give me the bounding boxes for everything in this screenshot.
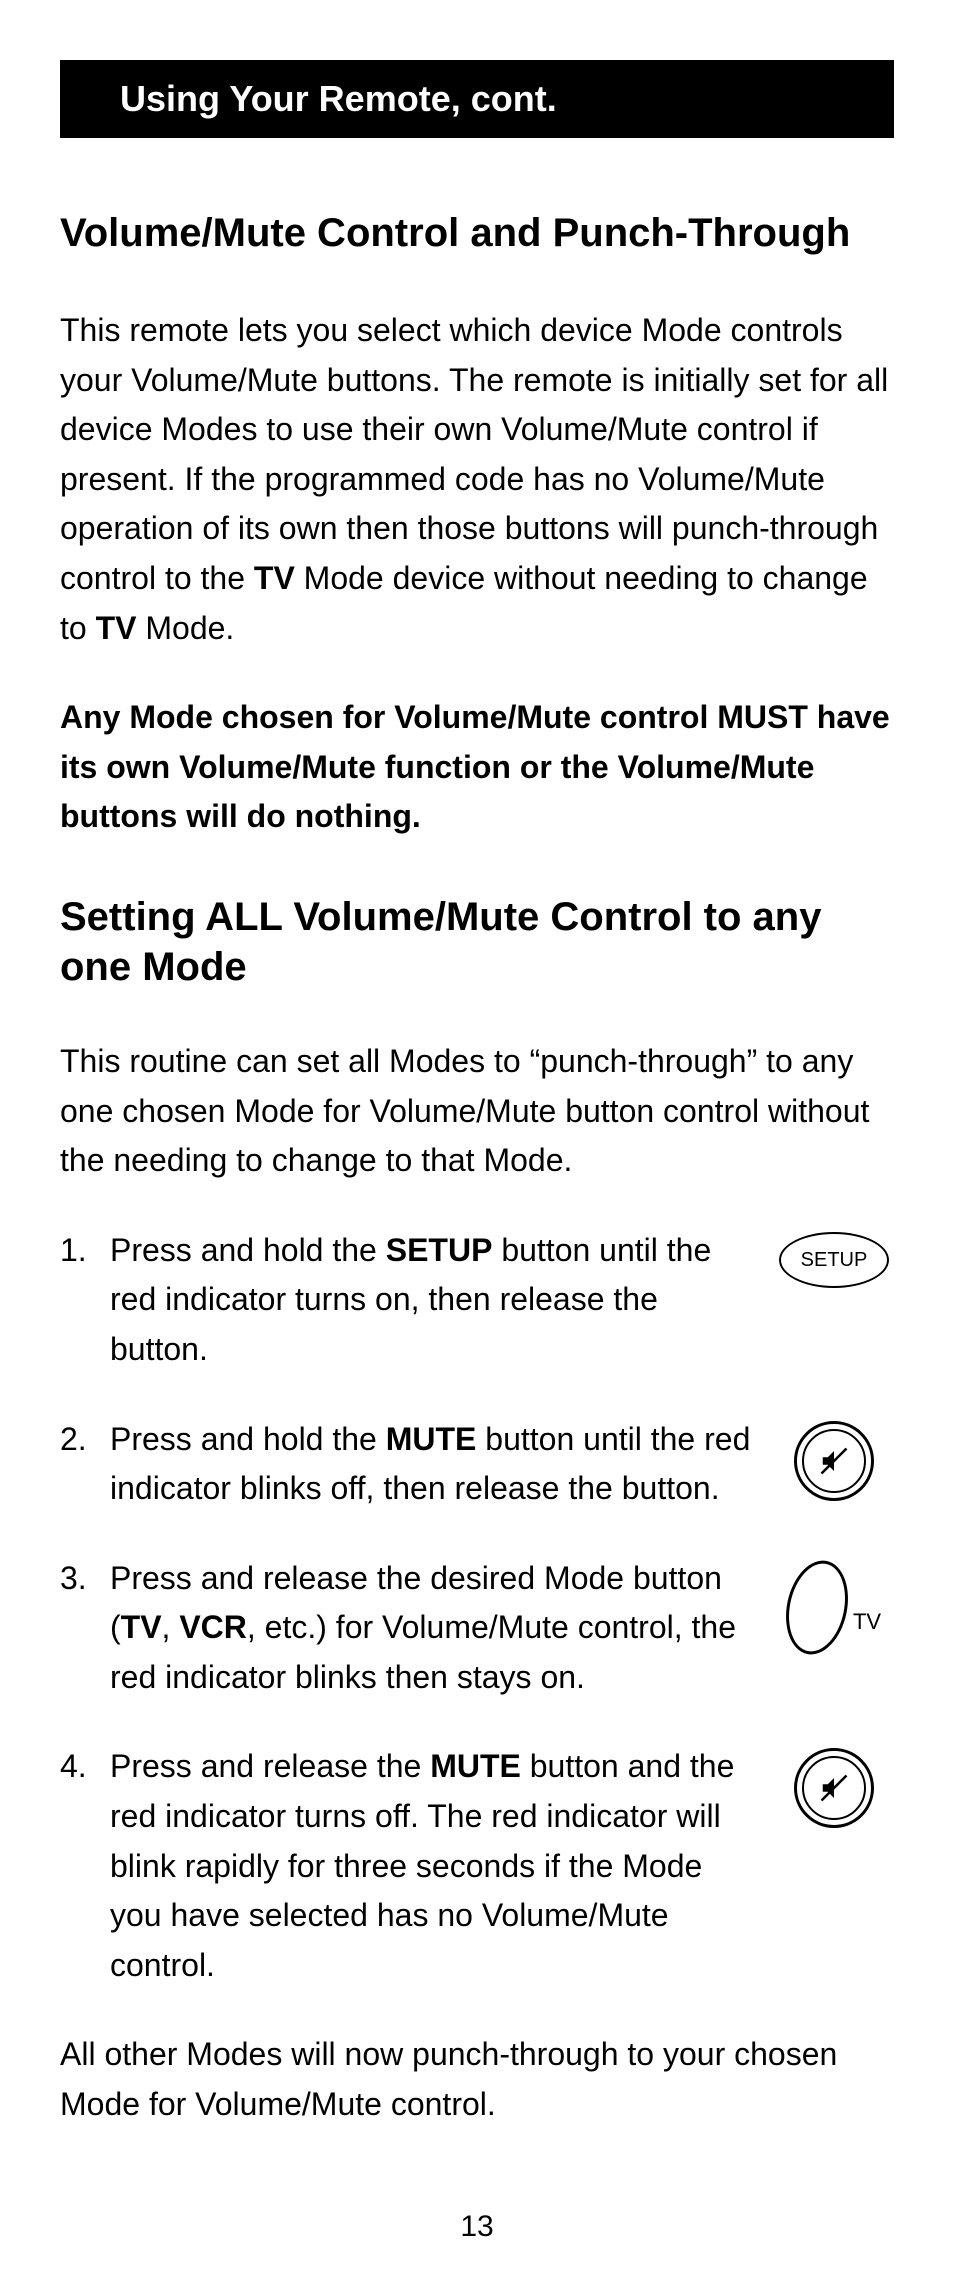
- step-3: 3. Press and release the desired Mode bu…: [60, 1554, 894, 1703]
- intro-paragraph: This remote lets you select which device…: [60, 306, 894, 653]
- text: Press and release the: [110, 1748, 430, 1784]
- step-text: Press and release the MUTE button and th…: [110, 1742, 756, 1990]
- mute-button-icon: [774, 1742, 894, 1828]
- step-text: Press and hold the SETUP button until th…: [110, 1226, 756, 1375]
- step-number: 2.: [60, 1415, 92, 1465]
- bold-tv: TV: [254, 560, 295, 596]
- section2-intro: This routine can set all Modes to “punch…: [60, 1037, 894, 1186]
- text: Press and hold the: [110, 1232, 386, 1268]
- step-2: 2. Press and hold the MUTE button until …: [60, 1415, 894, 1514]
- bold-mute: MUTE: [430, 1748, 521, 1784]
- bold-mute: MUTE: [386, 1421, 477, 1457]
- speaker-mute-icon: [819, 1773, 849, 1803]
- step-4: 4. Press and release the MUTE button and…: [60, 1742, 894, 1990]
- mute-circle-icon: [794, 1421, 874, 1501]
- step-text: Press and release the desired Mode butto…: [110, 1554, 756, 1703]
- mute-circle-icon: [794, 1748, 874, 1828]
- bold-tv: TV: [121, 1609, 162, 1645]
- setup-oval-label: SETUP: [779, 1232, 889, 1288]
- text: Press and hold the: [110, 1421, 386, 1457]
- text: This remote lets you select which device…: [60, 312, 888, 596]
- bold-vcr: VCR: [179, 1609, 247, 1645]
- text: Mode.: [136, 610, 234, 646]
- text: ,: [162, 1609, 180, 1645]
- step-number: 3.: [60, 1554, 92, 1604]
- speaker-mute-icon: [819, 1446, 849, 1476]
- mute-button-icon: [774, 1415, 894, 1501]
- tv-button-icon: TV: [774, 1554, 894, 1655]
- step-number: 4.: [60, 1742, 92, 1792]
- steps-list: 1. Press and hold the SETUP button until…: [60, 1226, 894, 1991]
- warning-paragraph: Any Mode chosen for Volume/Mute control …: [60, 693, 894, 842]
- bold-tv: TV: [96, 610, 137, 646]
- setup-button-icon: SETUP: [774, 1226, 894, 1288]
- document-page: Using Your Remote, cont. Volume/Mute Con…: [0, 0, 954, 2284]
- section-heading-1: Volume/Mute Control and Punch-Through: [60, 208, 894, 258]
- tv-label: TV: [853, 1609, 881, 1635]
- header-bar: Using Your Remote, cont.: [60, 60, 894, 138]
- bold-setup: SETUP: [386, 1232, 493, 1268]
- tv-oval-icon: [778, 1554, 856, 1659]
- section-heading-2: Setting ALL Volume/Mute Control to any o…: [60, 892, 894, 992]
- step-1: 1. Press and hold the SETUP button until…: [60, 1226, 894, 1375]
- closing-paragraph: All other Modes will now punch-through t…: [60, 2030, 894, 2129]
- step-number: 1.: [60, 1226, 92, 1276]
- step-text: Press and hold the MUTE button until the…: [110, 1415, 756, 1514]
